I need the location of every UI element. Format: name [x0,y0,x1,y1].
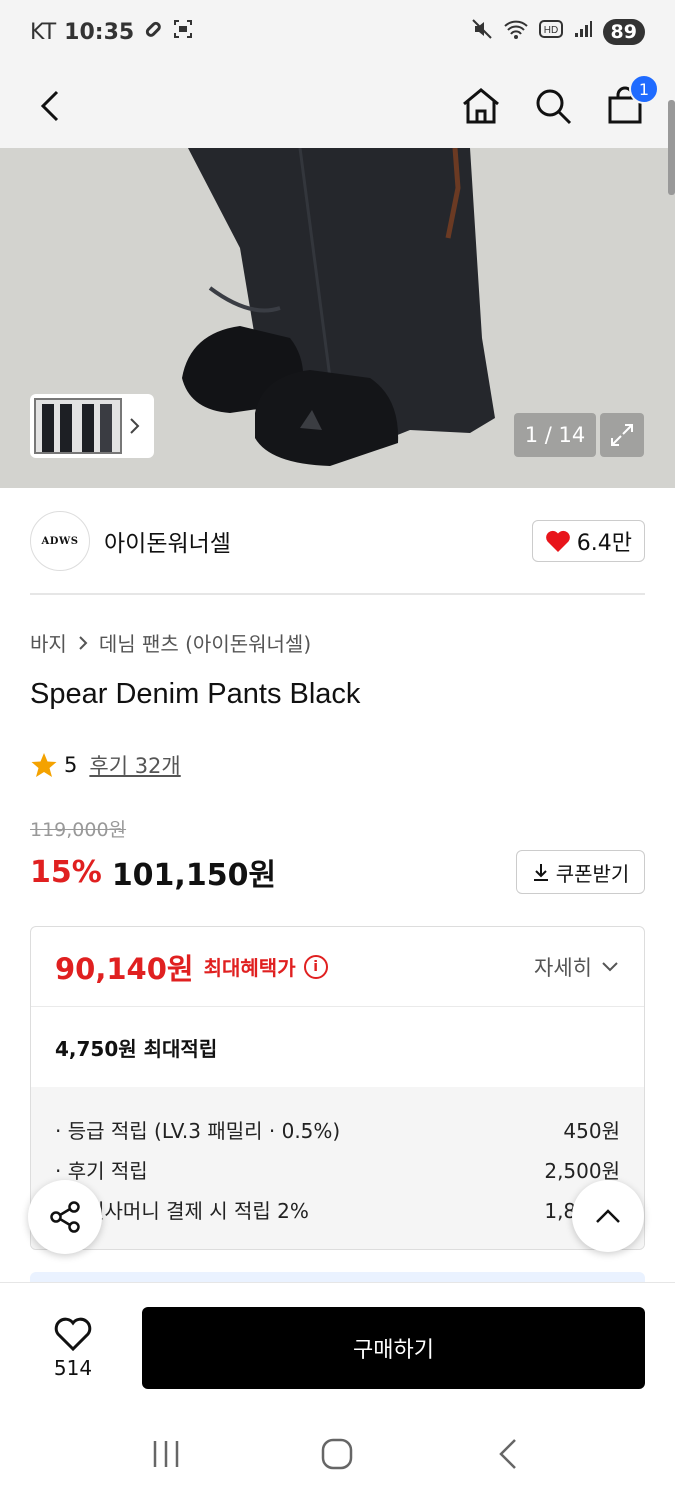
points-item-label: · 등급 적립 (LV.3 패밀리 · 0.5%) [55,1118,341,1143]
heart-outline-icon [54,1317,92,1351]
status-left: KT 10:35 [30,18,194,46]
image-counter: 1 / 14 [514,413,596,457]
max-benefit-label: 최대혜택가 [203,956,296,980]
system-nav-bar [0,1412,675,1500]
bottom-action-bar: 514 구매하기 [0,1282,675,1412]
coupon-label: 쿠폰받기 [555,861,630,886]
expand-button[interactable] [600,413,644,457]
points-total-row: 4,750원 최대적립 [31,1007,644,1087]
review-link[interactable]: 후기 32개 [89,750,180,780]
recent-apps-icon [153,1441,179,1467]
benefit-detail-toggle[interactable]: 자세히 [534,952,620,982]
points-item-label: · 후기 적립 [55,1158,148,1183]
brand-name[interactable]: 아이돈워너셀 [104,524,231,558]
breadcrumb-category[interactable]: 바지 [30,628,67,657]
detail-label: 자세히 [534,955,592,980]
svg-text:HD: HD [543,25,557,36]
points-list: · 등급 적립 (LV.3 패밀리 · 0.5%) 450원 · 후기 적립 2… [31,1087,644,1249]
rating-score: 5 [64,753,78,777]
divider [30,593,645,595]
brand-logo[interactable]: ADWS [30,511,90,571]
chevron-down-icon [602,961,618,971]
buy-button[interactable]: 구매하기 [142,1306,645,1389]
max-benefit-row: 90,140원 최대혜택가 i 자세히 [31,927,644,1007]
nav-actions: 1 [459,74,659,128]
top-nav: 1 [0,64,675,148]
sale-price: 101,150원 [111,858,277,893]
star-icon [31,753,57,777]
system-back-button[interactable] [492,1437,526,1475]
share-icon [50,1201,80,1233]
chevron-right-icon [79,635,88,650]
status-bar: KT 10:35 HD 89 [0,0,675,64]
recent-apps-button[interactable] [149,1437,183,1475]
original-price: 119,000원 [30,819,127,841]
cart-count-badge: 1 [629,74,659,104]
price-row: 15% 101,150원 [30,850,276,894]
breadcrumb: 바지 데님 팬츠 (아이돈워너셀) [30,628,311,657]
search-button[interactable] [531,84,575,128]
brand-like-button[interactable]: 6.4만 [531,520,645,562]
clock: 10:35 [64,19,135,45]
download-icon [533,864,548,881]
wishlist-button[interactable]: 514 [30,1316,116,1380]
search-icon [536,89,572,125]
chevron-right-icon [130,418,140,434]
benefit-box: 90,140원 최대혜택가 i 자세히 4,750원 최대적립 · 등급 적립 … [30,926,645,1250]
list-item: · 후기 적립 2,500원 [55,1149,620,1189]
scroll-top-button[interactable] [572,1180,644,1252]
home-button[interactable] [459,84,503,128]
status-right: HD 89 [471,18,645,46]
battery-indicator: 89 [602,19,645,45]
thumbnail-image[interactable] [34,398,122,454]
share-button[interactable] [28,1180,102,1254]
home-icon [463,88,499,124]
mute-icon [471,18,493,46]
rating-row: 5 후기 32개 [30,750,181,780]
home-system-button[interactable] [320,1437,354,1475]
list-item: · 등급 적립 (LV.3 패밀리 · 0.5%) 450원 [55,1109,620,1149]
carrier-label: KT [30,19,57,45]
screenshot-icon [172,18,194,46]
max-benefit-price: 90,140원 [55,951,194,986]
info-icon[interactable]: i [303,954,328,979]
breadcrumb-subcategory[interactable]: 데님 팬츠 (아이돈워너셀) [99,628,311,657]
chevron-up-icon [596,1209,620,1223]
points-item-value: 450원 [563,1118,620,1143]
list-item: · 무신사머니 결제 시 적립 2% 1,800원 [55,1189,620,1229]
heart-filled-icon [545,530,570,552]
wifi-icon [503,18,529,46]
thumbnail-strip[interactable] [30,394,154,458]
product-image[interactable]: 1 / 14 [0,148,675,488]
link-icon [142,18,164,46]
back-arrow-icon [499,1439,517,1469]
page-scrollbar[interactable] [668,100,675,195]
chevron-left-icon [40,90,59,122]
hd-icon: HD [538,19,563,45]
signal-icon [573,19,593,45]
discount-rate: 15% [30,854,102,890]
back-button[interactable] [28,84,72,128]
points-total: 4,750원 최대적립 [55,1036,218,1061]
brand-row[interactable]: ADWS 아이돈워너셀 6.4만 [30,510,645,572]
expand-icon [611,424,633,446]
cart-button[interactable]: 1 [603,74,659,128]
product-title: Spear Denim Pants Black [30,678,361,710]
brand-like-count: 6.4만 [576,531,632,556]
wishlist-count: 514 [53,1355,93,1380]
coupon-download-button[interactable]: 쿠폰받기 [516,850,645,894]
home-circle-icon [322,1438,353,1470]
